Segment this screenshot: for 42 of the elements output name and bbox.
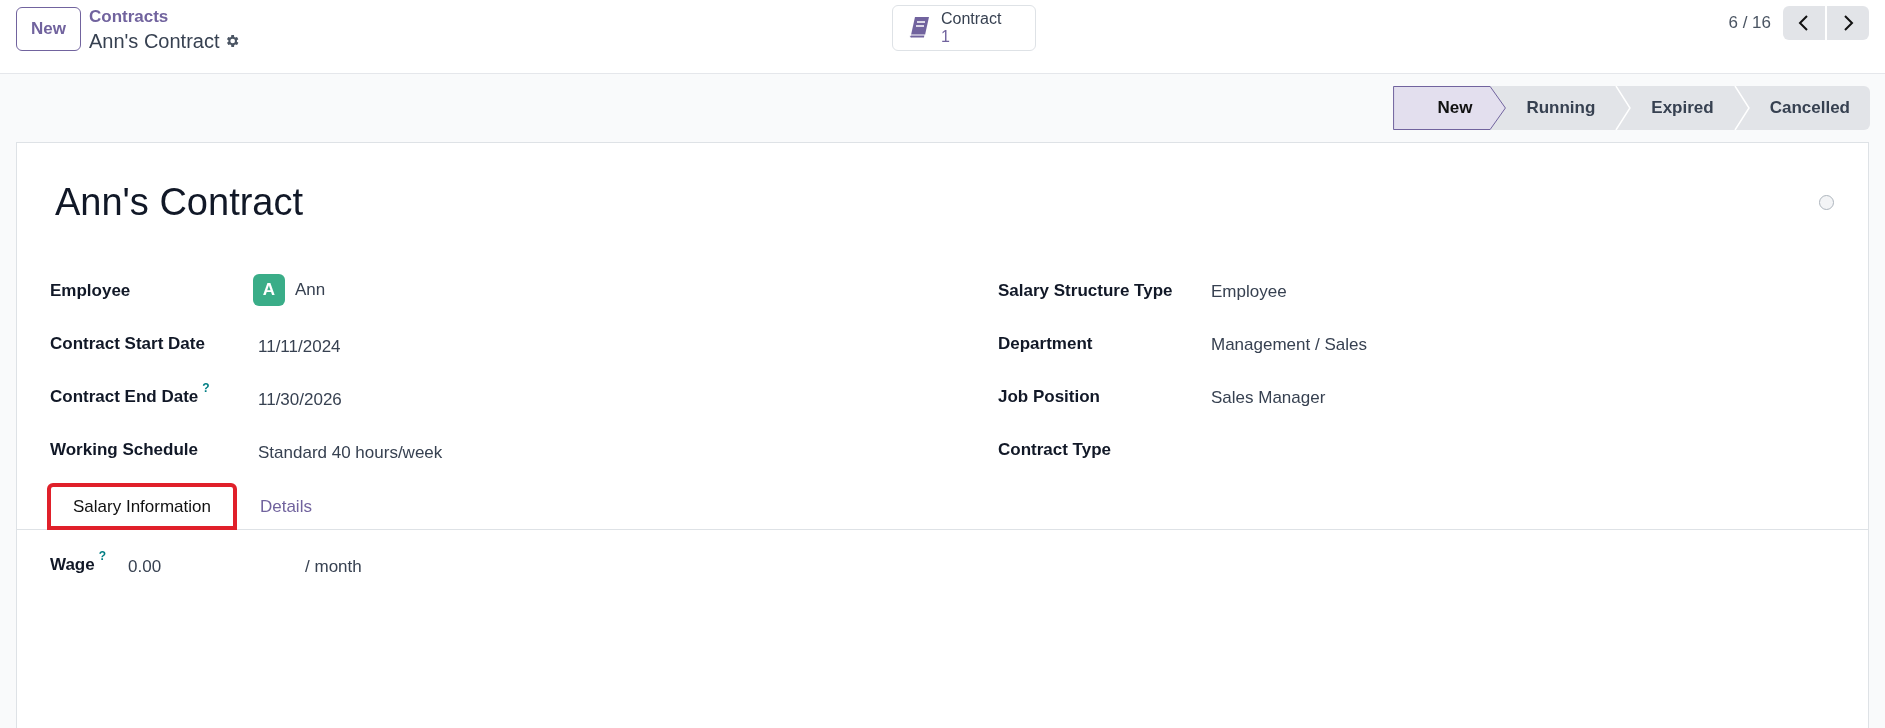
new-button[interactable]: New xyxy=(16,7,81,51)
field-value: 11/30/2026 xyxy=(258,389,342,411)
field-label: Department xyxy=(998,333,1094,355)
field-label: Salary Structure Type xyxy=(998,280,1174,302)
field-label: Wage xyxy=(50,554,95,576)
field-value[interactable]: Ann xyxy=(295,277,326,303)
status-step[interactable]: Expired xyxy=(1631,86,1734,130)
help-mark[interactable]: ? xyxy=(98,550,107,562)
wage-value: 0.00 xyxy=(128,556,163,578)
field-label: Working Schedule xyxy=(50,439,198,461)
field-label: Contract Type xyxy=(998,439,1113,461)
book-icon xyxy=(909,16,931,40)
next-button[interactable] xyxy=(1827,6,1869,40)
wage-unit: / month xyxy=(305,556,362,578)
chevron-right-icon xyxy=(1841,14,1855,32)
chevron-divider xyxy=(1733,86,1750,130)
smart-button-label: Contract xyxy=(941,10,1002,28)
avatar: A xyxy=(253,274,285,306)
help-mark[interactable]: ? xyxy=(202,382,210,394)
field-value: Employee xyxy=(1211,281,1287,303)
form-tab[interactable]: Details xyxy=(236,483,335,530)
pager-value: 6 / 16 xyxy=(1728,12,1771,35)
field-value: 11/11/2024 xyxy=(258,336,341,358)
previous-button[interactable] xyxy=(1783,6,1825,40)
status-step[interactable]: Cancelled xyxy=(1749,86,1870,130)
field-value: Sales Manager xyxy=(1211,387,1326,409)
smart-button-count: 1 xyxy=(941,28,950,46)
status-step[interactable]: Running xyxy=(1506,86,1616,130)
field-label: Employee xyxy=(50,280,131,302)
chevron-divider xyxy=(1615,86,1632,130)
form-title: Ann's Contract xyxy=(55,180,304,225)
breadcrumb-link[interactable]: Contracts xyxy=(88,6,240,28)
status-step[interactable]: New xyxy=(1393,86,1507,130)
smart-button[interactable]: Contract 1 xyxy=(892,5,1036,51)
field-value: Standard 40 hours/week xyxy=(258,442,443,464)
record-name: Ann's Contract xyxy=(88,29,220,54)
form-tab[interactable]: Salary Information xyxy=(47,483,237,530)
field-value: Management / Sales xyxy=(1211,334,1367,356)
field-label: Contract End Date xyxy=(50,386,199,408)
chevron-left-icon xyxy=(1797,14,1811,32)
field-label: Contract Start Date xyxy=(50,333,205,355)
field-label: Job Position xyxy=(998,386,1101,408)
